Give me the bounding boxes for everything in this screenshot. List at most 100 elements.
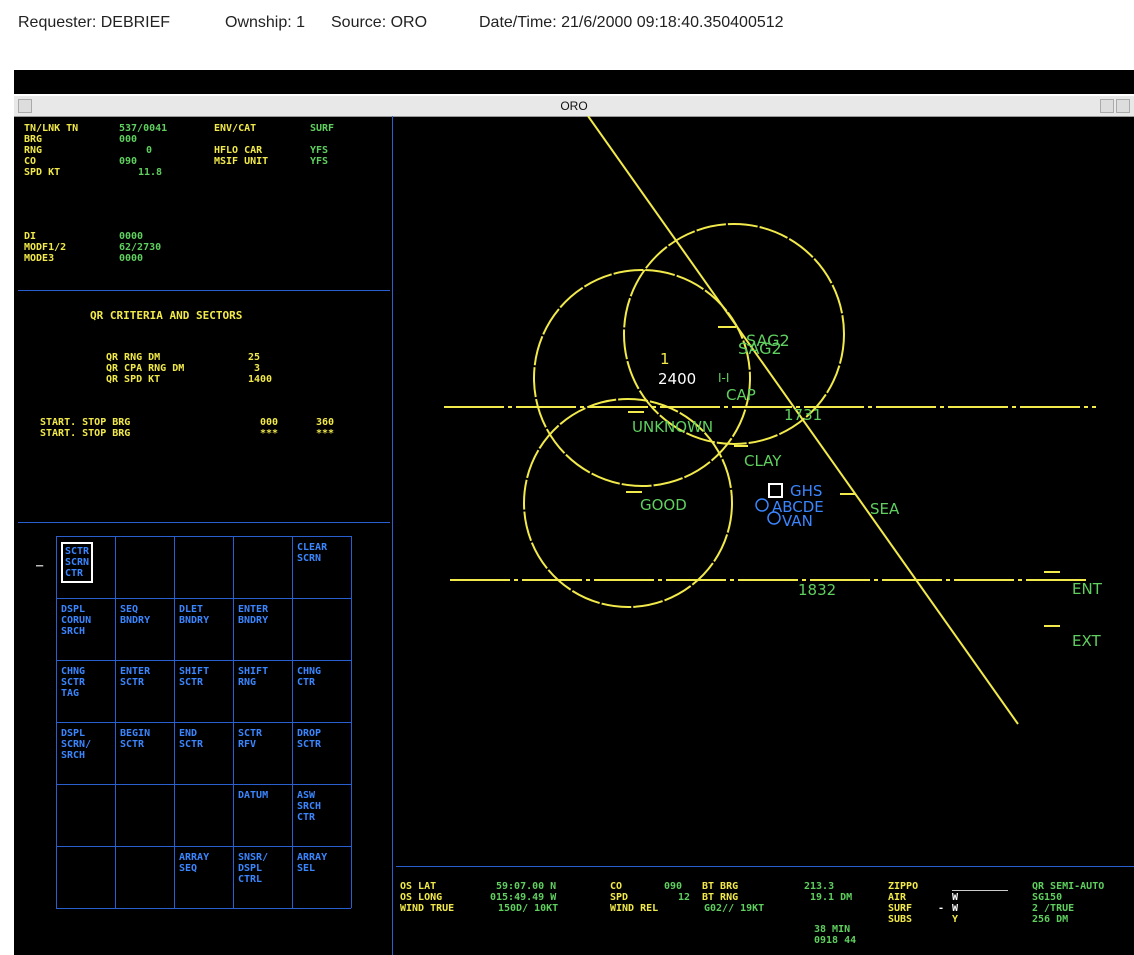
qr-true: 2 /TRUE [1032,903,1075,914]
menu-button-end-sctr[interactable]: END SCTR [179,728,203,750]
menu-button-begin-sctr[interactable]: BEGIN SCTR [120,728,150,750]
menu-button-dspl-scrn-srch[interactable]: DSPL SCRN/ SRCH [61,728,91,761]
time-minutes: 38 MIN [814,924,851,935]
iff-value-0: 0000 [119,231,144,242]
wind-rel-value: G02// 19KT [704,903,765,914]
bt-brg-value: 213.3 [804,881,835,892]
menu-button-chng-sctr-tag[interactable]: CHNG SCTR TAG [61,666,85,699]
window-minimize-button[interactable] [1100,99,1114,113]
menu-button-clear-scrn[interactable]: CLEAR SCRN [297,542,327,564]
co-value: 090 [664,881,683,892]
qr-value-0: 25 [248,352,261,363]
menu-button-array-seq[interactable]: ARRAY SEQ [179,852,209,874]
surf-dash: - [938,903,945,914]
bt-brg-label: BT BRG [702,881,739,892]
menu-grid-col-line [292,536,293,908]
menu-button-sctr-rfv[interactable]: SCTR RFV [238,728,262,750]
surf-label: SURF [888,903,913,914]
menu-button-enter-bndry[interactable]: ENTER BNDRY [238,604,268,626]
source-text: Source: ORO [331,14,428,31]
label-sag2-b: SAG2 [738,339,782,358]
selected-track-marker[interactable] [768,483,783,498]
oro-window: ORO TN/LNK TN 537/0041 BRG 000 RNG 0 CO … [14,96,1134,955]
os-lat-label: OS LAT [400,881,437,892]
iff-label-2: MODE3 [24,253,55,264]
track-value-3: 090 [119,156,138,167]
label-cap: CAP [726,386,756,404]
surf-value: W [952,903,959,914]
qr-label-0: QR RNG DM [106,352,161,363]
qr-title: QR CRITERIA AND SECTORS [90,309,243,322]
menu-button-sctr-scrn-ctr[interactable]: SCTR SCRN CTR [61,542,94,583]
qr-value-1: 3 [254,363,261,374]
window-maximize-button[interactable] [1116,99,1130,113]
os-lat-value: 59:07.00 N [496,881,557,892]
spd-label: SPD [610,892,629,903]
iff-label-0: DI [24,231,37,242]
track-value-0: 537/0041 [119,123,168,134]
panel-divider-1 [18,290,390,291]
label-unknown: UNKNOWN [632,418,713,436]
tactical-display[interactable]: SAG2 SAG2 1 2400 I-I CAP 1731 UNKNOWN CL… [396,116,1134,866]
menu-button-array-sel[interactable]: ARRAY SEL [297,852,327,874]
wind-true-value: 150D/ 10KT [498,903,559,914]
menu-grid-row-line [56,784,351,785]
track-value-2: 0 [146,145,153,156]
menu-button-enter-sctr[interactable]: ENTER SCTR [120,666,150,688]
menu-button-datum[interactable]: DATUM [238,790,268,801]
iff-value-2: 0000 [119,253,144,264]
requester-text: Requester: DEBRIEF [18,14,171,31]
menu-grid-row-line [56,722,351,723]
menu-button-chng-ctr[interactable]: CHNG CTR [297,666,321,688]
top-black-bar [14,70,1134,94]
zippo-label: ZIPPO [888,881,919,892]
track-value-1: 000 [119,134,138,145]
subs-label: SUBS [888,914,913,925]
label-1832: 1832 [798,581,836,599]
bt-rng-value: 19.1 DM [810,892,853,903]
window-titlebar[interactable]: ORO [14,96,1134,117]
track-right-label-2: MSIF UNIT [214,156,269,167]
menu-grid-col-line [233,536,234,908]
subs-value: Y [952,914,959,925]
track-right-value-2: YFS [310,156,329,167]
wind-rel-label: WIND REL [610,903,659,914]
bt-rng-label: BT RNG [702,892,739,903]
menu-button-shift-rng[interactable]: SHIFT RNG [238,666,268,688]
menu-grid-col-line [174,536,175,908]
ownship-text: Ownship: 1 [225,14,306,31]
label-sea: SEA [870,500,900,518]
menu-button-seq-bndry[interactable]: SEQ BNDRY [120,604,150,626]
status-bar-divider [396,866,1134,867]
air-value: W [952,892,959,903]
sector-label-0: START. STOP BRG [40,417,131,428]
menu-button-dlet-bndry[interactable]: DLET BNDRY [179,604,209,626]
menu-button-asw-srch-ctr[interactable]: ASW SRCH CTR [297,790,321,823]
track-right-label-1: HFLO CAR [214,145,263,156]
menu-grid-col-line [351,536,352,908]
label-ent: ENT [1072,580,1103,598]
track-value-4: 11.8 [138,167,163,178]
label-i-i: I-I [718,371,729,385]
spd-value: 12 [678,892,691,903]
menu-button-snsr-dspl-ctrl[interactable]: SNSR/ DSPL CTRL [238,852,268,885]
menu-grid-row-line [56,598,351,599]
label-ext: EXT [1072,632,1101,650]
wind-true-label: WIND TRUE [400,903,455,914]
contact-symbol-1[interactable] [755,498,769,512]
qr-label-2: QR SPD KT [106,374,161,385]
track-right-label-0: ENV/CAT [214,123,257,134]
menu-button-dspl-corun-srch[interactable]: DSPL CORUN SRCH [61,604,91,637]
track-label-4: SPD KT [24,167,61,178]
zippo-underline [952,890,1008,891]
sector-stop-0: 360 [316,417,335,428]
menu-button-shift-sctr[interactable]: SHIFT SCTR [179,666,209,688]
menu-button-drop-sctr[interactable]: DROP SCTR [297,728,321,750]
track-right-value-0: SURF [310,123,335,134]
label-good: GOOD [640,496,687,514]
sector-stop-1: *** [316,428,335,439]
co-label: CO [610,881,623,892]
time-clock: 0918 44 [814,935,857,946]
menu-marker: – [36,558,44,572]
os-long-label: OS LONG [400,892,443,903]
